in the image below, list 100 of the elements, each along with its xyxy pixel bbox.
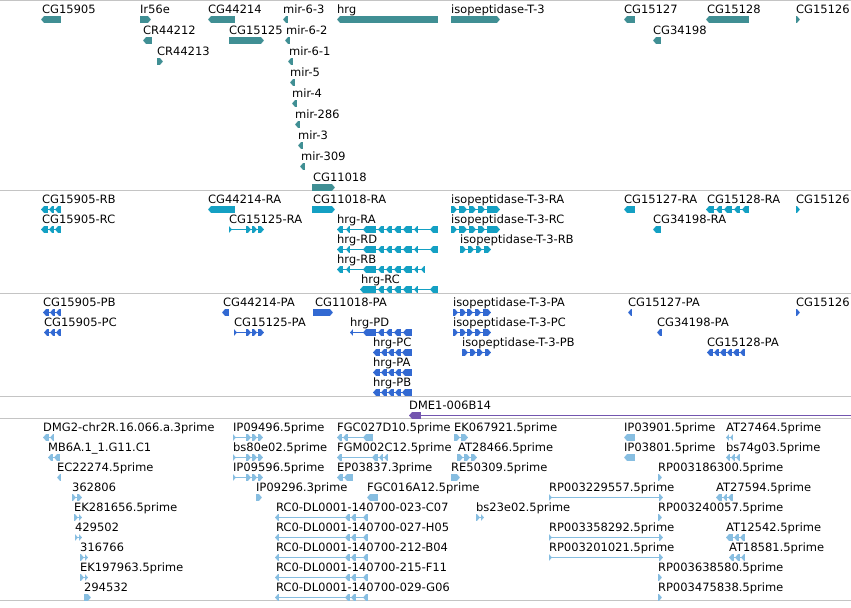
gene-glyph[interactable] [624, 16, 635, 23]
est-glyph[interactable] [549, 494, 663, 501]
transcript-glyph[interactable] [41, 206, 61, 213]
transcript-label: CG15125-RA [229, 213, 302, 226]
transcript-glyph[interactable] [360, 286, 438, 293]
gene-label: CG15127 [624, 3, 678, 16]
est-glyph[interactable] [233, 474, 263, 481]
gene-glyph[interactable] [796, 16, 800, 23]
protein-label: isopeptidase-T-3-PC [453, 316, 566, 329]
protein-glyph[interactable] [222, 309, 229, 316]
est-glyph[interactable] [275, 534, 368, 541]
transcript-glyph[interactable] [706, 206, 749, 213]
gene-glyph[interactable] [300, 163, 305, 170]
est-glyph[interactable] [337, 474, 353, 481]
protein-glyph[interactable] [628, 309, 632, 316]
protein-glyph[interactable] [453, 309, 491, 316]
est-glyph[interactable] [624, 454, 635, 461]
est-glyph[interactable] [729, 554, 745, 561]
gene-label: mir-6-1 [289, 45, 330, 58]
est-glyph[interactable] [233, 434, 263, 441]
transcript-glyph[interactable] [451, 226, 500, 233]
protein-glyph[interactable] [313, 309, 333, 316]
est-glyph[interactable] [476, 514, 484, 521]
est-glyph[interactable] [337, 434, 373, 441]
est-glyph[interactable] [43, 434, 54, 441]
transcript-glyph[interactable] [796, 206, 800, 213]
gene-glyph[interactable] [290, 79, 295, 86]
est-glyph[interactable] [57, 474, 61, 481]
gene-glyph[interactable] [285, 37, 290, 44]
protein-glyph[interactable] [43, 309, 61, 316]
est-glyph[interactable] [74, 514, 82, 521]
est-glyph[interactable] [275, 574, 368, 581]
est-glyph[interactable] [275, 514, 368, 521]
est-glyph[interactable] [48, 454, 60, 461]
est-glyph[interactable] [75, 534, 82, 541]
gene-glyph[interactable] [283, 16, 288, 23]
transcript-glyph[interactable] [337, 246, 438, 253]
gene-glyph[interactable] [706, 16, 749, 23]
protein-glyph[interactable] [657, 329, 662, 336]
gene-glyph[interactable] [292, 100, 297, 107]
est-glyph[interactable] [457, 454, 477, 461]
transcript-glyph[interactable] [653, 226, 661, 233]
est-glyph[interactable] [72, 494, 82, 501]
est-glyph[interactable] [275, 594, 368, 601]
est-glyph[interactable] [233, 454, 263, 461]
est-glyph[interactable] [451, 474, 460, 481]
est-glyph[interactable] [454, 434, 468, 441]
est-glyph[interactable] [84, 594, 91, 601]
est-glyph[interactable] [716, 494, 733, 501]
est-glyph[interactable] [275, 554, 368, 561]
protein-glyph[interactable] [350, 329, 412, 336]
transcript-glyph[interactable] [337, 266, 425, 273]
gene-glyph[interactable] [298, 142, 303, 149]
gene-glyph[interactable] [143, 37, 152, 44]
protein-glyph[interactable] [373, 349, 412, 356]
protein-glyph[interactable] [796, 309, 800, 316]
gene-glyph[interactable] [312, 184, 335, 191]
gene-glyph[interactable] [288, 58, 293, 65]
gene-glyph[interactable] [229, 37, 264, 44]
gene-glyph[interactable] [208, 16, 235, 23]
gene-glyph[interactable] [157, 58, 163, 65]
protein-glyph[interactable] [462, 349, 491, 356]
transcript-glyph[interactable] [460, 246, 491, 253]
est-glyph[interactable] [549, 554, 663, 561]
transcript-glyph[interactable] [337, 226, 438, 233]
est-glyph[interactable] [337, 454, 388, 461]
gene-glyph[interactable] [140, 16, 151, 23]
protein-glyph[interactable] [234, 329, 264, 336]
gene-glyph[interactable] [653, 37, 661, 44]
gene-glyph[interactable] [41, 16, 61, 23]
protein-glyph[interactable] [707, 349, 745, 356]
est-glyph[interactable] [367, 494, 378, 501]
clone-glyph[interactable] [409, 412, 851, 419]
est-label: RP003201021.5prime [549, 541, 674, 554]
gene-glyph[interactable] [295, 121, 300, 128]
est-glyph[interactable] [80, 574, 88, 581]
est-label: RP003475838.5prime [658, 581, 784, 594]
est-glyph[interactable] [256, 494, 262, 501]
est-glyph[interactable] [624, 434, 635, 441]
est-glyph[interactable] [726, 454, 740, 461]
est-glyph[interactable] [80, 554, 88, 561]
gene-glyph[interactable] [451, 16, 500, 23]
transcript-glyph[interactable] [208, 206, 235, 213]
transcript-glyph[interactable] [451, 206, 500, 213]
est-glyph[interactable] [658, 574, 662, 581]
transcript-glyph[interactable] [624, 206, 635, 213]
est-glyph[interactable] [549, 534, 663, 541]
est-glyph[interactable] [726, 534, 745, 541]
protein-glyph[interactable] [453, 329, 491, 336]
est-label: 362806 [72, 481, 116, 494]
est-glyph[interactable] [658, 594, 662, 601]
est-glyph[interactable] [658, 514, 662, 521]
protein-glyph[interactable] [373, 369, 412, 376]
est-glyph[interactable] [726, 434, 733, 441]
protein-glyph[interactable] [373, 389, 412, 396]
est-glyph[interactable] [658, 474, 662, 481]
protein-glyph[interactable] [44, 329, 61, 336]
transcript-glyph[interactable] [41, 226, 61, 233]
transcript-glyph[interactable] [312, 206, 335, 213]
transcript-glyph[interactable] [229, 226, 264, 233]
